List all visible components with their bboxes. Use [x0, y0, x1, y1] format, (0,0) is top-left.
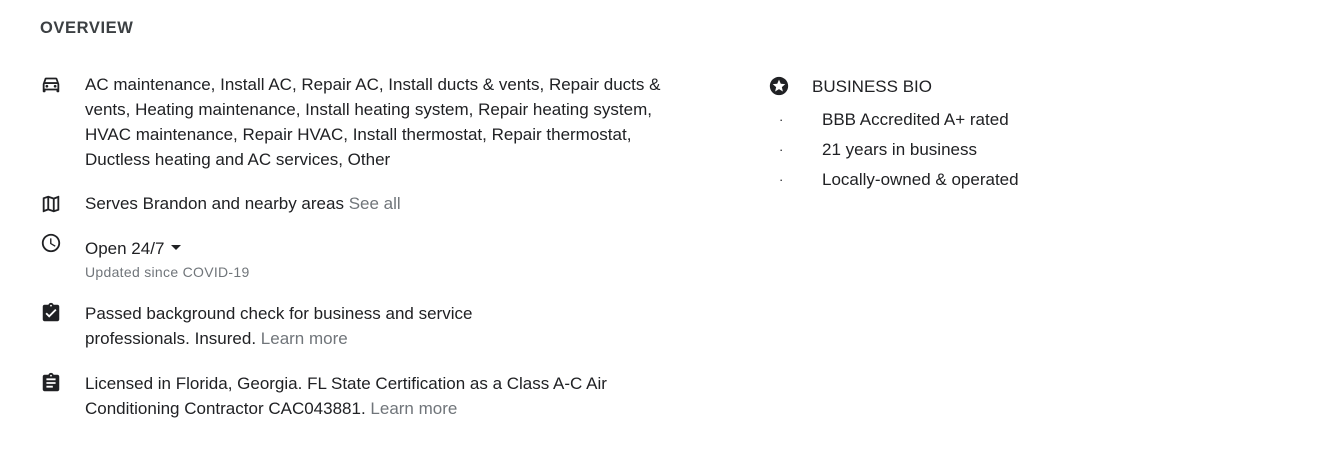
- business-bio-section: BUSINESS BIO · BBB Accredited A+ rated ·…: [768, 74, 1288, 195]
- list-item: · BBB Accredited A+ rated: [768, 105, 1288, 135]
- background-check-learn-more-link[interactable]: Learn more: [261, 329, 348, 348]
- bullet-icon: ·: [779, 142, 784, 157]
- bio-item-text: BBB Accredited A+ rated: [822, 110, 1009, 129]
- license-learn-more-link[interactable]: Learn more: [370, 399, 457, 418]
- bio-item-text: Locally-owned & operated: [822, 170, 1019, 189]
- clock-icon: [40, 232, 62, 254]
- bullet-icon: ·: [779, 172, 784, 187]
- business-bio-title: BUSINESS BIO: [812, 77, 932, 96]
- clipboard-check-icon: [40, 302, 62, 324]
- hours-dropdown[interactable]: Open 24/7: [85, 236, 182, 261]
- hours-text: Open 24/7: [85, 239, 165, 258]
- license-text: Licensed in Florida, Georgia. FL State C…: [85, 374, 607, 418]
- overview-details: AC maintenance, Install AC, Repair AC, I…: [40, 72, 680, 421]
- see-all-areas-link[interactable]: See all: [349, 194, 401, 213]
- hours-updated-note: Updated since COVID-19: [85, 264, 250, 280]
- car-icon: [40, 73, 62, 95]
- bio-item-text: 21 years in business: [822, 140, 977, 159]
- bullet-icon: ·: [779, 112, 784, 127]
- business-bio-header: BUSINESS BIO: [768, 74, 1288, 99]
- map-icon: [40, 193, 62, 215]
- license-row: Licensed in Florida, Georgia. FL State C…: [40, 371, 680, 421]
- hours-row: Open 24/7 Updated since COVID-19: [40, 233, 680, 280]
- caret-down-icon: [171, 244, 182, 250]
- business-bio-list: · BBB Accredited A+ rated · 21 years in …: [768, 105, 1288, 195]
- services-row: AC maintenance, Install AC, Repair AC, I…: [40, 72, 680, 172]
- clipboard-icon: [40, 372, 62, 394]
- service-area-row: Serves Brandon and nearby areas See all: [40, 191, 680, 216]
- star-circle-icon: [768, 75, 790, 97]
- list-item: · 21 years in business: [768, 135, 1288, 165]
- overview-title: OVERVIEW: [40, 19, 134, 37]
- service-area-text: Serves Brandon and nearby areas: [85, 194, 344, 213]
- list-item: · Locally-owned & operated: [768, 165, 1288, 195]
- background-check-row: Passed background check for business and…: [40, 301, 680, 351]
- services-text: AC maintenance, Install AC, Repair AC, I…: [85, 75, 661, 169]
